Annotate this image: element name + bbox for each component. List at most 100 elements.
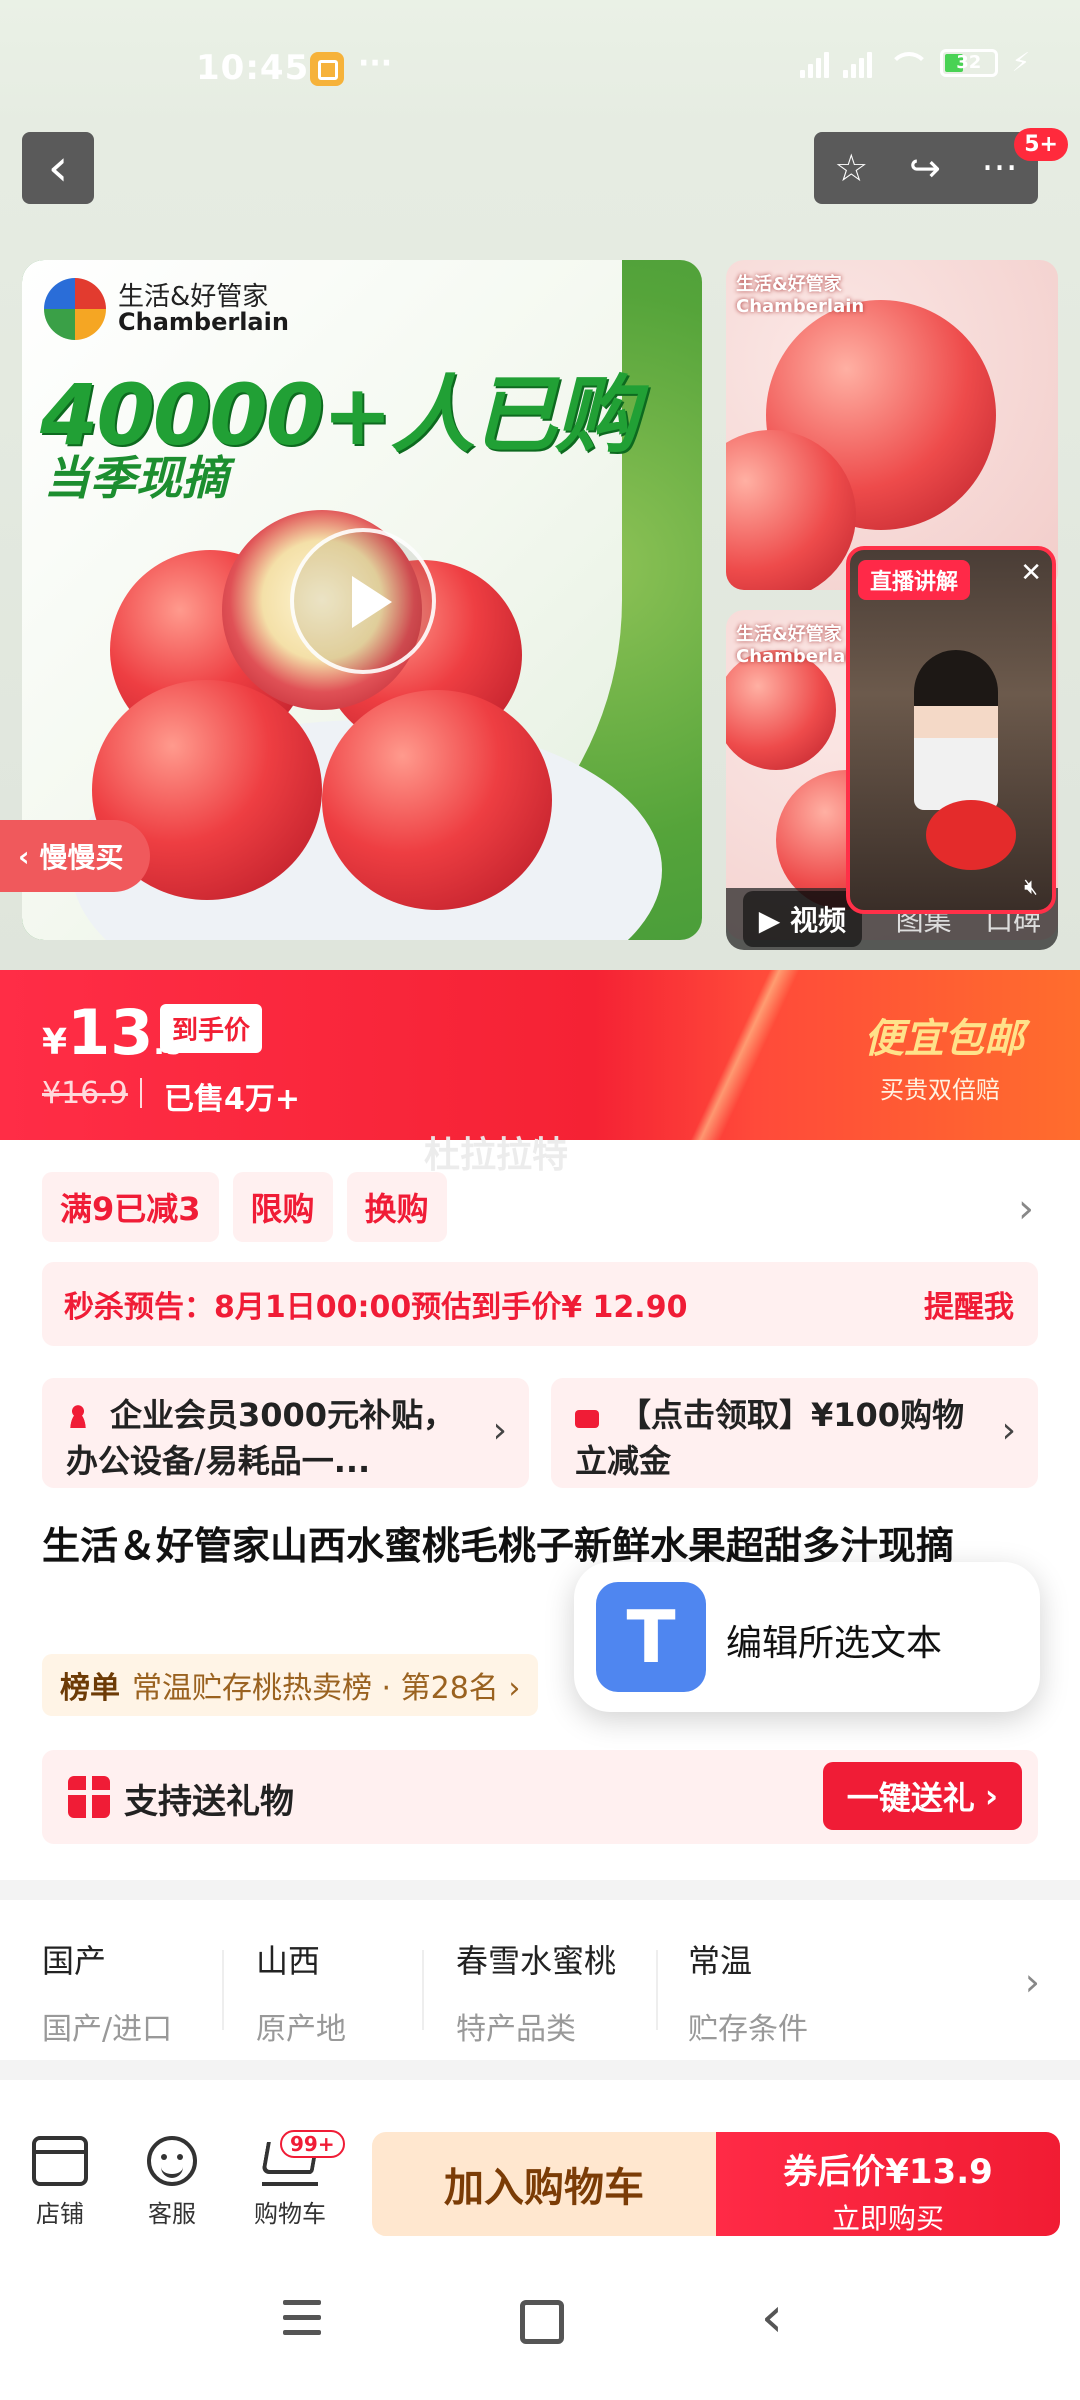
edit-selected-text-label: 编辑所选文本: [726, 1623, 943, 1664]
more-notifications-icon: ···: [358, 46, 393, 81]
service-label: 客服: [148, 2200, 196, 2228]
price-banner: ¥ 13 .9 到手价 ¥16.9 已售4万+ 便宜包邮 买贵双倍赔: [0, 970, 1080, 1140]
store-button[interactable]: 店铺: [10, 2136, 110, 2229]
signal-icon-2: [842, 48, 872, 78]
live-stream-window[interactable]: 直播讲解 ✕ 🔇︎: [846, 546, 1056, 914]
charging-icon: ⚡: [1011, 48, 1030, 78]
back-icon[interactable]: ‹: [742, 2290, 802, 2350]
thumbnail-brand-logo: 生活&好管家 Chamberlain: [736, 620, 864, 667]
mascot-image: [926, 800, 1016, 870]
ranking-text: 常温贮存桃热卖榜 · 第28名 ›: [132, 1671, 521, 1706]
attribute-value: 春雪水蜜桃: [456, 1942, 617, 1980]
more-icon[interactable]: ···: [981, 146, 1017, 190]
enterprise-member-card[interactable]: 企业会员3000元补贴，办公设备/易耗品一... ›: [42, 1378, 529, 1488]
customer-service-icon: [147, 2136, 197, 2186]
tab-video[interactable]: ▶ 视频: [742, 891, 863, 947]
chevron-right-icon: ›: [1001, 1410, 1016, 1451]
price-integer: 13: [67, 996, 154, 1069]
thumbnail-brand-en: Chamberlain: [736, 646, 865, 667]
system-navigation-bar: ‹: [0, 2240, 1080, 2400]
customer-service-button[interactable]: 客服: [122, 2136, 222, 2229]
chevron-right-icon[interactable]: ›: [1018, 1186, 1034, 1232]
person-icon: [66, 1404, 90, 1428]
attribute-storage: 常温 贮存条件: [688, 1936, 808, 2048]
battery-level: 32: [956, 52, 982, 73]
live-tag: 直播讲解: [858, 560, 971, 600]
final-price-tag: 到手价: [160, 1004, 263, 1053]
gallery-thumbnail[interactable]: 生活&好管家 Chamberlain: [726, 260, 1058, 590]
home-icon[interactable]: [508, 2290, 568, 2350]
chevron-right-icon: ›: [492, 1410, 507, 1451]
chip-limit[interactable]: 限购: [232, 1172, 333, 1242]
header-actions: ☆ ↪ ···: [814, 132, 1038, 204]
hero-subline: 当季现摘: [44, 451, 228, 505]
store-icon: [32, 2136, 88, 2186]
attributes-row[interactable]: 国产 国产/进口 山西 原产地 春雪水蜜桃 特产品类 常温 贮存条件 ›: [0, 1900, 1080, 2060]
promo-subtitle: 买贵双倍赔: [880, 1076, 1000, 1104]
thumbnail-brand-en: Chamberlain: [736, 296, 865, 317]
attribute-value: 山西: [256, 1942, 321, 1980]
buy-now-button[interactable]: 券后价¥13.9 立即购买: [716, 2132, 1060, 2236]
notification-badge: 5+: [1014, 128, 1068, 161]
chip-discount[interactable]: 满9已减3: [42, 1172, 219, 1242]
attribute-variety: 春雪水蜜桃 特产品类: [456, 1936, 616, 2048]
slow-buy-label: 慢慢买: [39, 841, 124, 874]
attribute-origin-type: 国产 国产/进口: [42, 1936, 172, 2048]
attribute-key: 贮存条件: [688, 2012, 808, 2047]
text-edit-icon: T: [596, 1582, 706, 1692]
send-gift-button[interactable]: 一键送礼 ›: [822, 1762, 1022, 1830]
buy-price-label: 券后价¥13.9: [783, 2152, 993, 2192]
gift-section: 支持送礼物 一键送礼 ›: [42, 1750, 1038, 1844]
notification-app-icon: [310, 52, 344, 86]
signal-icon: [799, 48, 829, 78]
cart-label: 购物车: [254, 2200, 326, 2228]
voucher-card[interactable]: 【点击领取】¥100购物立减金 ›: [551, 1378, 1038, 1488]
watermark-text: 杜拉拉特: [424, 1135, 569, 1176]
attribute-key: 国产/进口: [42, 2012, 173, 2047]
flash-sale-notice[interactable]: 秒杀预告：8月1日00:00预估到手价¥ 12.90 提醒我: [42, 1262, 1038, 1346]
buy-now-label: 立即购买: [831, 2202, 944, 2235]
voucher-text: 【点击领取】¥100购物立减金: [575, 1396, 965, 1480]
chevron-left-icon: ‹: [18, 839, 30, 873]
tab-video-label: 视频: [790, 904, 847, 937]
chip-exchange[interactable]: 换购: [346, 1172, 447, 1242]
bottom-action-bar: 店铺 客服 购物车 99+ 加入购物车 券后价¥13.9 立即购买: [0, 2080, 1080, 2240]
brand-name-en: Chamberlain: [118, 308, 289, 336]
promo-chips[interactable]: 满9已减3 限购 换购: [42, 1172, 447, 1242]
favorite-star-icon[interactable]: ☆: [834, 146, 868, 190]
cart-count-badge: 99+: [280, 2130, 345, 2158]
price-currency: ¥: [42, 1022, 68, 1063]
thumbnail-brand-cn: 生活&好管家: [736, 624, 842, 645]
edit-selected-text-popup[interactable]: T 编辑所选文本: [574, 1562, 1040, 1712]
card-icon: [575, 1410, 599, 1428]
promo-cards: 企业会员3000元补贴，办公设备/易耗品一... › 【点击领取】¥100购物立…: [42, 1378, 1038, 1488]
attribute-value: 国产: [42, 1942, 107, 1980]
mute-icon[interactable]: 🔇︎: [1024, 875, 1038, 900]
send-gift-label: 一键送礼: [846, 1779, 975, 1817]
flash-sale-text: 秒杀预告：8月1日00:00预估到手价¥ 12.90: [64, 1290, 688, 1325]
attribute-value: 常温: [688, 1942, 753, 1980]
attribute-key: 原产地: [256, 2012, 346, 2047]
enterprise-member-text: 企业会员3000元补贴，办公设备/易耗品一...: [66, 1396, 456, 1480]
attribute-key: 特产品类: [456, 2012, 576, 2047]
status-bar: 10:45 ··· 32 ⚡: [0, 0, 1080, 130]
brand-logo-icon: [44, 278, 106, 340]
store-label: 店铺: [36, 2200, 84, 2228]
remind-me-button[interactable]: 提醒我: [924, 1282, 1014, 1326]
chevron-right-icon: ›: [1024, 1960, 1040, 2004]
gift-icon: [68, 1776, 110, 1818]
battery-icon: 32: [939, 49, 998, 77]
close-icon[interactable]: ✕: [1020, 558, 1042, 588]
recent-apps-icon[interactable]: [272, 2290, 332, 2350]
share-icon[interactable]: ↪: [909, 146, 941, 190]
peach-image: [726, 650, 836, 770]
ranking-badge[interactable]: 榜单 常温贮存桃热卖榜 · 第28名 ›: [42, 1654, 539, 1716]
original-price: ¥16.9: [42, 1076, 128, 1111]
play-video-button[interactable]: [290, 528, 436, 674]
thumbnail-brand-logo: 生活&好管家 Chamberlain: [736, 270, 864, 317]
back-button[interactable]: ‹: [22, 132, 94, 204]
slow-buy-tab[interactable]: ‹ 慢慢买: [0, 820, 150, 892]
add-to-cart-button[interactable]: 加入购物车: [372, 2132, 716, 2236]
peach-image: [322, 690, 552, 910]
promo-title: 便宜包邮: [864, 1016, 1024, 1062]
